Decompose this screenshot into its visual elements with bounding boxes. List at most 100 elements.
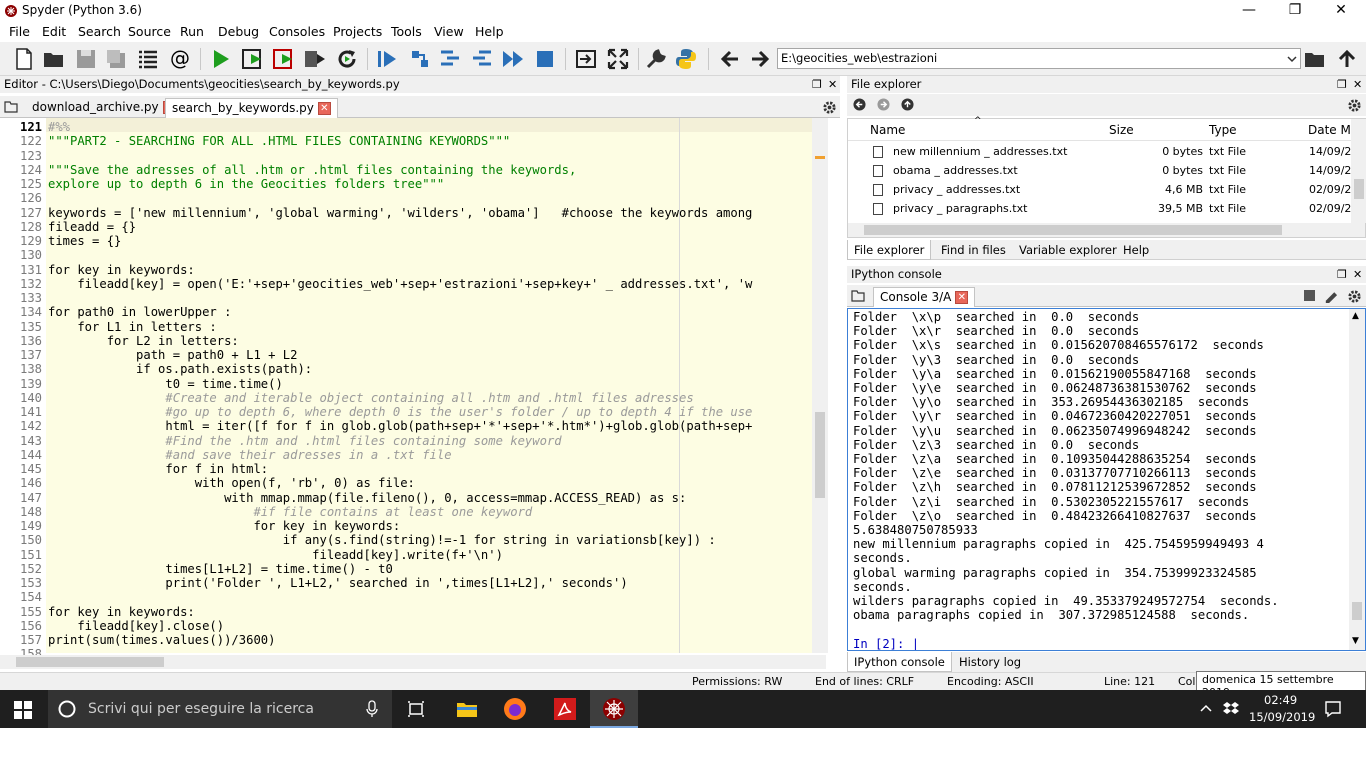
back-arrow-icon[interactable]: [853, 98, 866, 111]
tab-history-log[interactable]: History log: [959, 655, 1021, 669]
spyder-taskbar-button[interactable]: [590, 690, 638, 728]
close-pane-icon[interactable]: ✕: [1353, 266, 1362, 283]
menu-source[interactable]: Source: [128, 24, 171, 39]
step-return-icon[interactable]: [470, 47, 494, 71]
chevron-down-icon[interactable]: [1287, 54, 1297, 64]
working-directory-input[interactable]: E:\geocities_web\estrazioni: [777, 48, 1301, 69]
menu-file[interactable]: File: [9, 24, 30, 39]
tab-ipython-console[interactable]: IPython console: [847, 652, 952, 672]
tab-find-in-files[interactable]: Find in files: [941, 243, 1006, 257]
up-arrow-icon[interactable]: [901, 98, 914, 111]
scroll-thumb[interactable]: [1354, 179, 1364, 199]
debug-icon[interactable]: [375, 47, 399, 71]
undock-icon[interactable]: ❐: [1337, 76, 1347, 93]
tab-search-by-keywords[interactable]: search_by_keywords.py ✕: [165, 98, 338, 118]
open-file-icon[interactable]: [42, 47, 66, 71]
file-switcher-icon[interactable]: [136, 47, 160, 71]
tab-console-3a[interactable]: Console 3/A ✕: [873, 287, 976, 307]
gear-icon[interactable]: [822, 100, 837, 115]
editor-horizontal-scrollbar[interactable]: [0, 655, 826, 669]
taskbar-search-box[interactable]: Scrivi qui per eseguire la ricerca: [48, 690, 392, 728]
parent-directory-icon[interactable]: [1335, 47, 1359, 71]
at-symbol-icon[interactable]: @: [168, 47, 192, 71]
file-explorer-taskbar-icon[interactable]: [456, 700, 478, 718]
preferences-wrench-icon[interactable]: [644, 47, 668, 71]
notifications-icon[interactable]: [1324, 700, 1342, 718]
clock-date[interactable]: 15/09/2019: [1249, 710, 1315, 724]
column-type[interactable]: Type: [1209, 123, 1237, 137]
run-cell-advance-icon[interactable]: [272, 47, 296, 71]
console-output[interactable]: Folder \x\p searched in 0.0 seconds Folde…: [847, 308, 1366, 651]
chevron-up-icon[interactable]: [1200, 703, 1212, 713]
browse-tabs-icon[interactable]: [851, 290, 865, 302]
file-row[interactable]: new millennium _ addresses.txt 0 bytes txt…: [848, 143, 1351, 162]
menu-consoles[interactable]: Consoles: [269, 24, 325, 39]
tab-variable-explorer[interactable]: Variable explorer: [1019, 243, 1117, 257]
undock-icon[interactable]: ❐: [1337, 266, 1347, 283]
run-selection-icon[interactable]: [303, 47, 327, 71]
windows-start-icon[interactable]: [14, 701, 32, 719]
file-row[interactable]: privacy _ paragraphs.txt 39,5 MB txt File 0…: [848, 200, 1351, 219]
step-icon[interactable]: [408, 47, 432, 71]
chevron-up-icon[interactable]: ▲: [1352, 311, 1359, 321]
column-name[interactable]: Name: [870, 123, 905, 137]
firefox-icon[interactable]: [503, 697, 527, 721]
scroll-thumb[interactable]: [16, 657, 164, 667]
menu-projects[interactable]: Projects: [333, 24, 382, 39]
menu-tools[interactable]: Tools: [391, 24, 422, 39]
editor-vertical-scrollbar[interactable]: [812, 118, 828, 653]
menu-search[interactable]: Search: [78, 24, 121, 39]
console-vertical-scrollbar[interactable]: ▲ ▼: [1349, 309, 1365, 650]
code-editor[interactable]: 121 122 123 124 125 126 127 128 129 130 131 132 133 1…: [0, 118, 828, 661]
rerun-icon[interactable]: [335, 47, 359, 71]
browse-tabs-icon[interactable]: [4, 101, 18, 113]
forward-arrow-icon[interactable]: [877, 98, 890, 111]
run-cell-icon[interactable]: [241, 47, 265, 71]
fullscreen-icon[interactable]: [606, 47, 630, 71]
continue-icon[interactable]: [501, 47, 525, 71]
maximize-button[interactable]: ❐: [1272, 0, 1318, 22]
gear-icon[interactable]: [1347, 289, 1362, 304]
python-path-icon[interactable]: [674, 47, 698, 71]
code-area[interactable]: #%% """PART2 - SEARCHING FOR ALL .HTML FI…: [46, 118, 812, 653]
close-pane-icon[interactable]: ✕: [828, 76, 837, 93]
run-icon[interactable]: [209, 47, 233, 71]
menu-help[interactable]: Help: [475, 24, 504, 39]
forward-arrow-icon[interactable]: [748, 47, 772, 71]
close-tab-icon[interactable]: ✕: [317, 102, 331, 115]
menu-debug[interactable]: Debug: [218, 24, 259, 39]
file-row[interactable]: privacy _ addresses.txt 4,6 MB txt File 02/…: [848, 181, 1351, 200]
undock-icon[interactable]: ❐: [812, 76, 822, 93]
chevron-down-icon[interactable]: ▼: [1352, 636, 1359, 646]
stop-debug-icon[interactable]: [533, 47, 557, 71]
menu-edit[interactable]: Edit: [42, 24, 66, 39]
clear-console-icon[interactable]: [1323, 289, 1338, 303]
task-view-icon[interactable]: [406, 700, 426, 718]
acrobat-reader-icon[interactable]: [553, 697, 577, 721]
file-row[interactable]: obama _ addresses.txt 0 bytes txt File 14/0…: [848, 162, 1351, 181]
menu-view[interactable]: View: [434, 24, 464, 39]
gear-icon[interactable]: [1347, 98, 1362, 113]
save-all-icon[interactable]: [104, 47, 128, 71]
save-icon[interactable]: [74, 47, 98, 71]
close-pane-icon[interactable]: ✕: [1353, 76, 1362, 93]
microphone-icon[interactable]: [366, 700, 378, 718]
tab-file-explorer[interactable]: File explorer: [847, 240, 932, 260]
close-button[interactable]: ✕: [1318, 0, 1364, 22]
back-arrow-icon[interactable]: [718, 47, 742, 71]
close-tab-icon[interactable]: ✕: [955, 291, 969, 304]
scroll-thumb[interactable]: [815, 412, 825, 498]
file-horizontal-scrollbar[interactable]: [848, 223, 1365, 237]
file-vertical-scrollbar[interactable]: [1351, 119, 1366, 223]
menu-run[interactable]: Run: [180, 24, 204, 39]
column-size[interactable]: Size: [1109, 123, 1134, 137]
column-date[interactable]: Date M: [1308, 123, 1351, 137]
maximize-pane-icon[interactable]: [574, 47, 598, 71]
step-into-icon[interactable]: [438, 47, 462, 71]
new-file-icon[interactable]: [12, 47, 36, 71]
tab-download-archive[interactable]: download_archive.py✕: [26, 98, 182, 118]
tab-help[interactable]: Help: [1123, 243, 1149, 257]
dropbox-icon[interactable]: [1222, 700, 1240, 718]
browse-folder-icon[interactable]: [1303, 47, 1327, 71]
scroll-thumb[interactable]: [864, 225, 1282, 235]
